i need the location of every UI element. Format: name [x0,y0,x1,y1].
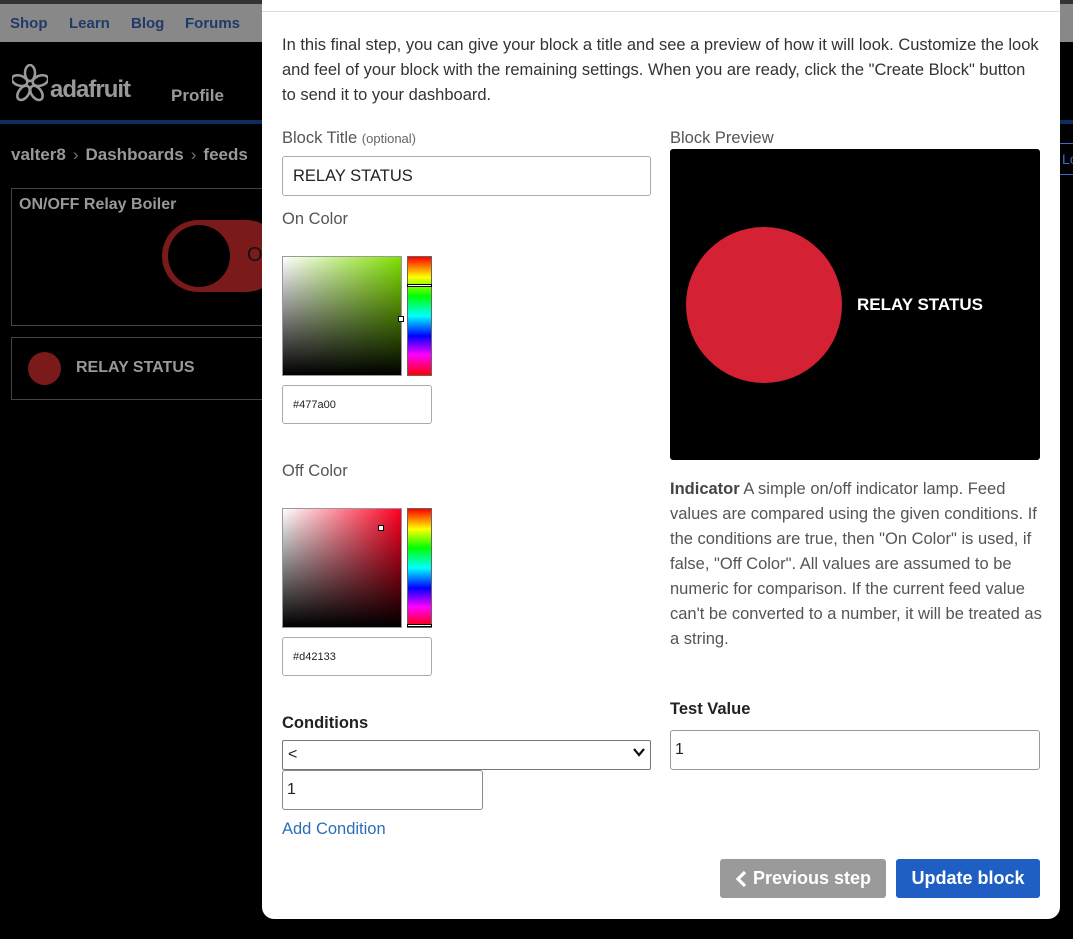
breadcrumb-separator-icon: › [72,145,79,164]
block-title-label: Block Title (optional) [282,129,416,148]
indicator-lamp [28,352,61,385]
flower-logo-icon [12,64,48,102]
conditions-label: Conditions [282,714,369,732]
off-color-hue-slider[interactable] [407,508,432,628]
nav-link-forums[interactable]: Forums [185,15,240,32]
nav-link-blog[interactable]: Blog [131,15,164,32]
description-title: Indicator [670,480,740,498]
nav-link-learn[interactable]: Learn [69,15,110,32]
update-block-button[interactable]: Update block [896,859,1040,898]
breadcrumb-user[interactable]: valter8 [11,145,66,164]
condition-value-input[interactable] [282,770,483,810]
toggle-state-text: O [247,244,263,266]
block-preview-label: Block Preview [670,129,774,147]
breadcrumb-separator-icon: › [190,145,197,164]
condition-operator-select[interactable]: < [282,740,651,770]
chevron-left-icon [735,870,747,887]
on-color-value-fill [283,257,401,375]
off-color-hex-input[interactable] [282,637,432,676]
off-color-saturation-area[interactable] [282,508,402,628]
toggle-knob [168,225,230,287]
breadcrumb: valter8 › Dashboards › feeds [11,145,248,165]
on-color-label: On Color [282,210,349,228]
test-value-label: Test Value [670,700,751,718]
toggle-block: ON/OFF Relay Boiler O [11,188,282,326]
right-edge-button[interactable]: Lo [1058,143,1073,175]
modal-divider [262,11,1060,12]
logo-text: adafruit [50,76,131,103]
breadcrumb-dashboards[interactable]: Dashboards [86,145,184,164]
nav-link-shop[interactable]: Shop [10,15,48,32]
optional-hint: (optional) [361,131,416,146]
breadcrumb-feeds[interactable]: feeds [203,145,247,164]
test-value-input[interactable] [670,730,1040,770]
adafruit-logo[interactable]: adafruit [12,62,131,104]
on-color-saturation-area[interactable] [282,256,404,376]
on-color-sv-handle[interactable] [398,316,404,322]
indicator-block-label: RELAY STATUS [76,359,195,376]
indicator-description: Indicator A simple on/off indicator lamp… [670,477,1042,652]
modal-intro-text: In this final step, you can give your bl… [282,36,1039,104]
on-color-hue-handle[interactable] [407,284,432,287]
off-color-hue-handle[interactable] [407,624,432,627]
add-condition-link[interactable]: Add Condition [282,820,386,839]
preview-block-title: RELAY STATUS [857,295,983,314]
indicator-block: RELAY STATUS [11,337,271,400]
previous-step-label: Previous step [752,868,872,888]
previous-step-button[interactable]: Previous step [720,859,886,898]
block-preview: RELAY STATUS [670,149,1040,460]
off-color-sv-handle[interactable] [378,525,384,531]
off-color-label: Off Color [282,462,348,480]
chevron-down-icon [633,748,645,757]
block-title-label-text: Block Title [282,129,358,147]
block-settings-modal: In this final step, you can give your bl… [262,0,1060,919]
profile-link[interactable]: Profile [171,86,224,106]
on-color-hue-slider[interactable] [407,256,432,376]
preview-indicator-lamp [686,227,842,383]
on-color-hex-input[interactable] [282,385,432,424]
toggle-block-title: ON/OFF Relay Boiler [19,196,177,213]
block-title-input[interactable] [282,156,651,196]
condition-operator-value: < [288,746,298,763]
description-body: A simple on/off indicator lamp. Feed val… [670,480,1042,648]
